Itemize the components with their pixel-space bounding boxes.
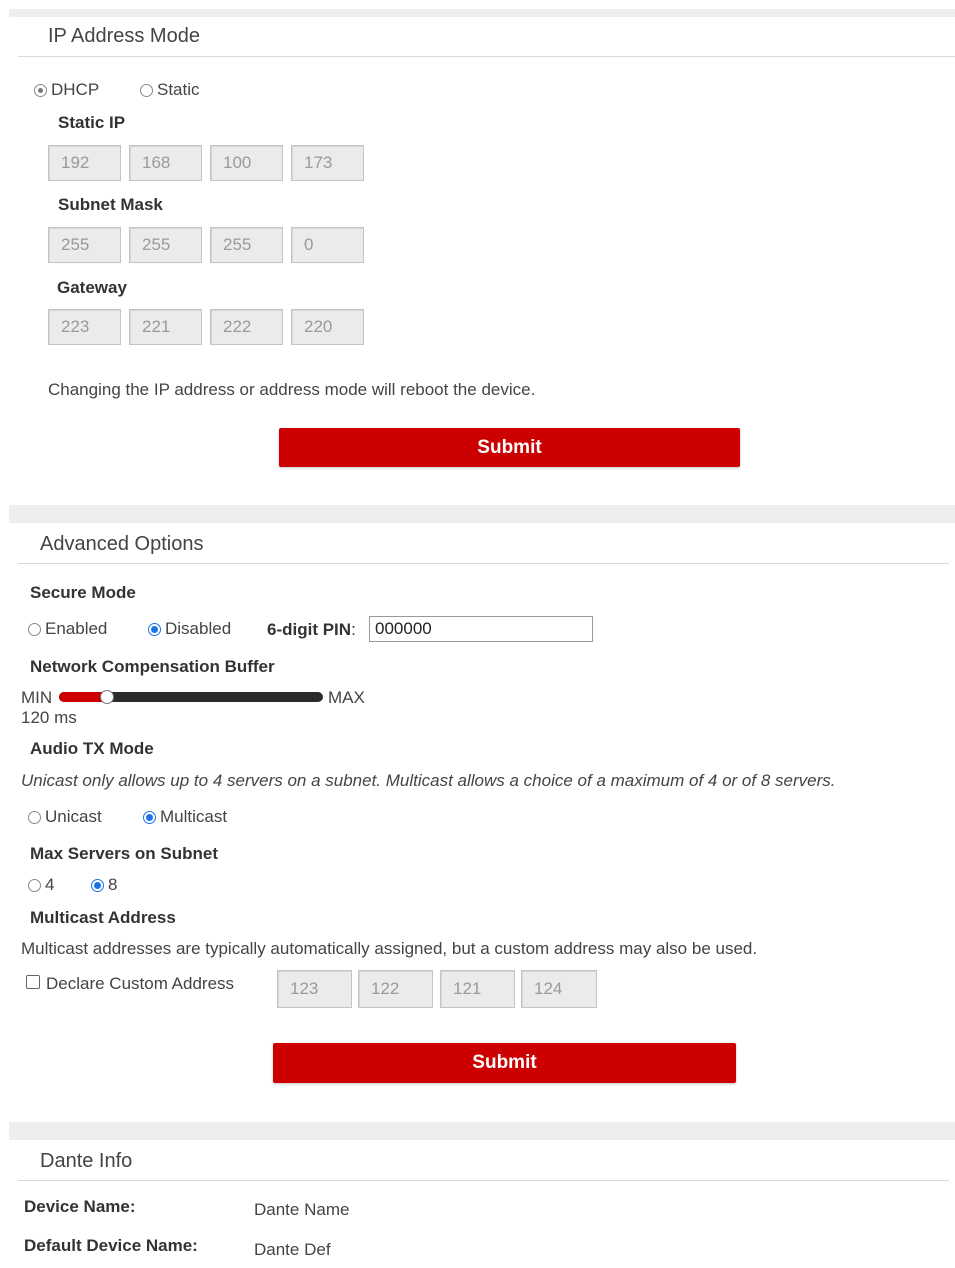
title-divider <box>18 563 949 564</box>
max-8-label: 8 <box>108 875 118 894</box>
radio-unselected-icon <box>28 622 41 636</box>
gateway-label: Gateway <box>57 278 127 297</box>
multicast-octet-4[interactable]: 124 <box>521 970 597 1008</box>
multicast-note: Multicast addresses are typically automa… <box>21 939 758 958</box>
gateway-octet-1[interactable]: 223 <box>48 309 121 345</box>
dhcp-radio[interactable]: DHCP <box>34 80 99 100</box>
radio-selected-icon <box>34 83 47 97</box>
buffer-label: Network Compensation Buffer <box>30 657 275 676</box>
multicast-octet-3[interactable]: 121 <box>440 970 515 1008</box>
ip-address-panel: IP Address Mode DHCP Static Static IP 19… <box>9 17 955 505</box>
subnet-octet-2[interactable]: 255 <box>129 227 202 263</box>
gateway-octet-3[interactable]: 222 <box>210 309 283 345</box>
radio-unselected-icon <box>28 810 41 824</box>
subnet-octet-3[interactable]: 255 <box>210 227 283 263</box>
static-ip-octet-3[interactable]: 100 <box>210 145 283 181</box>
subnet-octet-4[interactable]: 0 <box>291 227 364 263</box>
title-divider <box>18 56 955 57</box>
section-band <box>9 1122 955 1140</box>
static-ip-label: Static IP <box>58 113 126 132</box>
static-ip-octet-4[interactable]: 173 <box>291 145 364 181</box>
buffer-value: 120 ms <box>21 708 77 727</box>
buffer-slider[interactable] <box>59 690 323 704</box>
tx-note: Unicast only allows up to 4 servers on a… <box>21 771 836 790</box>
dante-info-panel: Dante Info Device Name: Dante Name Defau… <box>9 1140 955 1268</box>
multicast-radio[interactable]: Multicast <box>143 807 227 827</box>
multicast-label: Multicast <box>160 807 228 826</box>
pin-label: 6-digit PIN: <box>267 620 356 640</box>
slider-min-label: MIN <box>21 688 53 707</box>
dhcp-label: DHCP <box>51 80 100 99</box>
advanced-submit-button[interactable]: Submit <box>273 1043 736 1083</box>
pin-label-text: 6-digit PIN <box>267 620 352 639</box>
max-4-label: 4 <box>45 875 55 894</box>
radio-selected-icon <box>148 622 161 636</box>
panel-title: IP Address Mode <box>48 25 200 47</box>
max-servers-label: Max Servers on Subnet <box>30 844 219 863</box>
enabled-label: Enabled <box>45 619 108 638</box>
secure-enabled-radio[interactable]: Enabled <box>28 619 107 639</box>
custom-address-label: Declare Custom Address <box>46 974 235 993</box>
advanced-options-panel: Advanced Options Secure Mode Enabled Dis… <box>9 523 955 1122</box>
section-band <box>9 505 955 523</box>
default-device-name-value: Dante Def <box>254 1240 331 1259</box>
pin-input[interactable]: 000000 <box>369 616 593 642</box>
radio-unselected-icon <box>140 83 153 97</box>
multicast-octet-1[interactable]: 123 <box>277 970 352 1008</box>
static-label: Static <box>157 80 200 99</box>
slider-thumb[interactable] <box>100 690 114 704</box>
device-name-value: Dante Name <box>254 1200 350 1219</box>
radio-selected-icon <box>143 810 156 824</box>
secure-disabled-radio[interactable]: Disabled <box>148 619 231 639</box>
custom-address-checkbox[interactable] <box>26 975 40 989</box>
secure-mode-label: Secure Mode <box>30 583 136 602</box>
unicast-label: Unicast <box>45 807 102 826</box>
reboot-warning: Changing the IP address or address mode … <box>48 380 536 399</box>
disabled-label: Disabled <box>165 619 232 638</box>
subnet-mask-label: Subnet Mask <box>58 195 163 214</box>
title-divider <box>18 1180 949 1181</box>
static-ip-octet-2[interactable]: 168 <box>129 145 202 181</box>
section-band <box>9 9 955 17</box>
ip-submit-button[interactable]: Submit <box>279 428 740 467</box>
gateway-octet-2[interactable]: 221 <box>129 309 202 345</box>
audio-tx-label: Audio TX Mode <box>30 739 154 758</box>
unicast-radio[interactable]: Unicast <box>28 807 102 827</box>
pin-label-colon: : <box>351 620 356 639</box>
device-name-label: Device Name: <box>24 1197 136 1216</box>
slider-max-label: MAX <box>328 688 365 707</box>
default-device-name-label: Default Device Name: <box>24 1236 198 1255</box>
static-ip-octet-1[interactable]: 192 <box>48 145 121 181</box>
radio-unselected-icon <box>28 878 41 892</box>
multicast-address-label: Multicast Address <box>30 908 176 927</box>
panel-title: Dante Info <box>40 1150 133 1172</box>
panel-title: Advanced Options <box>40 533 204 555</box>
radio-selected-icon <box>91 878 104 892</box>
max-4-radio[interactable]: 4 <box>28 875 54 895</box>
gateway-octet-4[interactable]: 220 <box>291 309 364 345</box>
multicast-octet-2[interactable]: 122 <box>358 970 433 1008</box>
subnet-octet-1[interactable]: 255 <box>48 227 121 263</box>
max-8-radio[interactable]: 8 <box>91 875 117 895</box>
static-radio[interactable]: Static <box>140 80 200 100</box>
